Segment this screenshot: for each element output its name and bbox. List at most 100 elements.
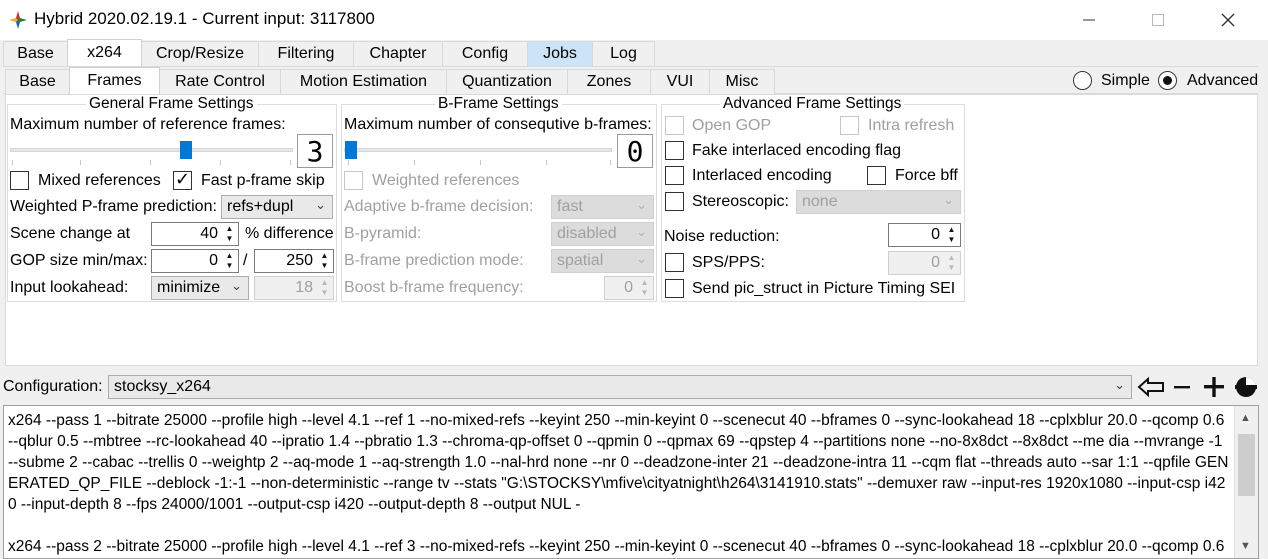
command-line-textarea[interactable]: x264 --pass 1 --bitrate 25000 --profile … xyxy=(3,405,1259,559)
advanced-radio[interactable] xyxy=(1158,71,1177,90)
max-bframes-label: Maximum number of consequtive b-frames: xyxy=(344,116,652,133)
title-bar: Hybrid 2020.02.19.1 - Current input: 311… xyxy=(0,0,1268,40)
command-scrollbar[interactable]: ▲ ▼ xyxy=(1234,406,1258,558)
main-tab-chapter[interactable]: Chapter xyxy=(353,41,443,66)
simple-radio[interactable] xyxy=(1073,71,1092,90)
spin-down-icon[interactable]: ▼ xyxy=(222,234,237,244)
window-title: Hybrid 2020.02.19.1 - Current input: 311… xyxy=(34,9,375,28)
command-line-text: x264 --pass 1 --bitrate 25000 --profile … xyxy=(8,410,1230,558)
fast-pframe-skip-checkbox[interactable]: ✓ xyxy=(173,169,192,190)
checkmark-icon: ✓ xyxy=(175,169,191,189)
minimize-icon xyxy=(1083,19,1095,21)
bpyramid-label: B-pyramid: xyxy=(344,225,422,242)
sub-tab-motion-estimation[interactable]: Motion Estimation xyxy=(280,69,447,94)
spin-up-icon[interactable]: ▲ xyxy=(222,251,237,261)
main-tab-jobs[interactable]: Jobs xyxy=(527,41,593,66)
configuration-label: Configuration: xyxy=(3,378,103,395)
sps-pps-checkbox[interactable] xyxy=(665,253,684,272)
gop-min-spinbox[interactable]: 0 ▲ ▼ xyxy=(151,249,239,273)
stereoscopic-checkbox[interactable] xyxy=(665,192,684,211)
spin-down-icon[interactable]: ▼ xyxy=(944,235,959,245)
interlaced-encoding-checkbox[interactable] xyxy=(665,166,684,185)
spin-down-icon[interactable]: ▼ xyxy=(317,261,332,271)
adaptive-bframe-value: fast xyxy=(557,198,583,215)
fake-interlaced-label: Fake interlaced encoding flag xyxy=(692,142,902,159)
command-line-pass1: x264 --pass 1 --bitrate 25000 --profile … xyxy=(8,412,1229,513)
scene-change-spinbox[interactable]: 40 ▲ ▼ xyxy=(151,222,239,246)
adaptive-bframe-select: fast ⌄ xyxy=(551,195,654,219)
sps-pps-value: 0 xyxy=(931,254,940,271)
stereoscopic-value: none xyxy=(802,193,838,210)
input-lookahead-spinbox: 18 ▲ ▼ xyxy=(254,276,334,300)
slider-tick xyxy=(12,160,13,165)
main-tabs-baseline xyxy=(3,66,1258,67)
advanced-radio-dot xyxy=(1163,76,1172,85)
weighted-p-value: refs+dupl xyxy=(227,198,294,215)
spin-up-icon[interactable]: ▲ xyxy=(222,224,237,234)
gop-max-value: 250 xyxy=(286,252,313,269)
noise-reduction-spinbox[interactable]: 0 ▲ ▼ xyxy=(888,223,961,247)
slider-tick xyxy=(290,160,291,165)
maximize-icon xyxy=(1152,14,1164,26)
max-ref-frames-label: Maximum number of reference frames: xyxy=(10,116,286,133)
main-tab-config[interactable]: Config xyxy=(442,41,528,66)
noise-reduction-label: Noise reduction: xyxy=(664,228,780,245)
bframe-pred-mode-value: spatial xyxy=(557,252,604,269)
gop-separator: / xyxy=(243,252,248,269)
configuration-select[interactable]: stocksy_x264 ⌄ xyxy=(108,375,1132,399)
slider-tick xyxy=(348,160,349,165)
sub-tab-rate-control[interactable]: Rate Control xyxy=(159,69,281,94)
input-lookahead-mode: minimize xyxy=(157,279,221,296)
intra-refresh-checkbox xyxy=(840,116,859,135)
sub-tab-zones[interactable]: Zones xyxy=(567,69,651,94)
fast-pframe-skip-label: Fast p-frame skip xyxy=(201,172,325,189)
close-button[interactable] xyxy=(1205,0,1251,40)
chevron-down-icon: ⌄ xyxy=(1114,377,1125,392)
general-frame-settings-legend: General Frame Settings xyxy=(86,95,257,113)
weighted-p-select[interactable]: refs+dupl ⌄ xyxy=(221,195,333,219)
scroll-up-icon[interactable]: ▲ xyxy=(1240,412,1251,424)
sub-tab-frames[interactable]: Frames xyxy=(69,67,160,94)
sub-tab-vui[interactable]: VUI xyxy=(650,69,710,94)
spin-up-icon[interactable]: ▲ xyxy=(944,225,959,235)
bpyramid-value: disabled xyxy=(557,225,617,242)
spin-up-icon[interactable]: ▲ xyxy=(317,251,332,261)
remove-config-icon[interactable] xyxy=(1172,378,1192,396)
chevron-down-icon: ⌄ xyxy=(636,251,647,266)
scene-change-suffix: % difference xyxy=(245,225,334,242)
main-tab-crop-resize[interactable]: Crop/Resize xyxy=(141,41,259,66)
noise-reduction-value: 0 xyxy=(931,226,940,243)
scroll-thumb[interactable] xyxy=(1238,434,1255,496)
maximize-button[interactable] xyxy=(1135,0,1181,40)
fake-interlaced-checkbox[interactable] xyxy=(665,141,684,160)
load-config-icon[interactable] xyxy=(1137,376,1165,398)
chevron-down-icon: ⌄ xyxy=(636,197,647,212)
scroll-down-icon[interactable]: ▼ xyxy=(1240,540,1251,552)
command-line-pass2: x264 --pass 2 --bitrate 25000 --profile … xyxy=(8,538,1225,555)
main-tab-log[interactable]: Log xyxy=(592,41,655,66)
mixed-references-checkbox[interactable] xyxy=(10,171,29,190)
sub-tab-misc[interactable]: Misc xyxy=(709,69,775,94)
advanced-label: Advanced xyxy=(1187,72,1259,89)
main-tab-x264[interactable]: x264 xyxy=(67,39,142,66)
save-config-icon[interactable] xyxy=(1233,374,1259,400)
add-config-icon[interactable] xyxy=(1202,375,1226,399)
main-tab-base[interactable]: Base xyxy=(3,41,68,66)
gop-max-spinbox[interactable]: 250 ▲ ▼ xyxy=(254,249,334,273)
pic-struct-label: Send pic_struct in Picture Timing SEI xyxy=(692,280,956,297)
spin-up-icon: ▲ xyxy=(320,278,329,287)
force-bff-checkbox[interactable] xyxy=(867,166,886,185)
max-bframes-track xyxy=(344,148,612,152)
spin-down-icon[interactable]: ▼ xyxy=(222,261,237,271)
main-tab-filtering[interactable]: Filtering xyxy=(258,41,354,66)
sub-tab-base[interactable]: Base xyxy=(5,69,70,94)
minimize-button[interactable] xyxy=(1066,0,1112,40)
weighted-p-label: Weighted P-frame prediction: xyxy=(10,198,217,215)
max-bframes-slider[interactable] xyxy=(345,141,357,159)
input-lookahead-select[interactable]: minimize ⌄ xyxy=(151,276,249,300)
slider-tick xyxy=(150,160,151,165)
max-ref-frames-slider[interactable] xyxy=(180,141,192,159)
gop-min-value: 0 xyxy=(209,252,218,269)
sub-tab-quantization[interactable]: Quantization xyxy=(446,69,568,94)
pic-struct-checkbox[interactable] xyxy=(665,279,684,298)
